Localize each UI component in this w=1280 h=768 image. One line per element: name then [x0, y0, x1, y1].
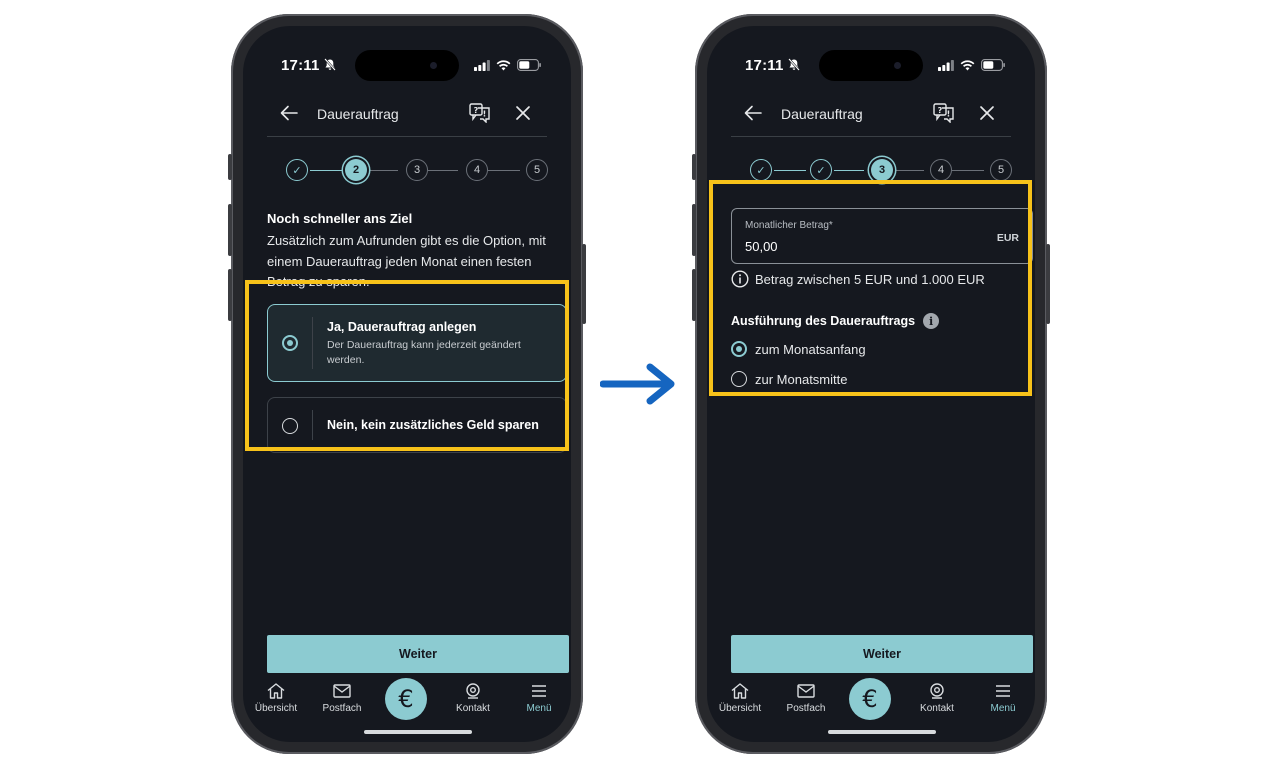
- stepper-line: [834, 169, 864, 171]
- euro-center-button[interactable]: €: [385, 678, 427, 720]
- battery-icon: [517, 59, 541, 71]
- progress-stepper: ✓ 2 3 4 5: [286, 159, 548, 183]
- stepper-line: [370, 169, 398, 171]
- highlight-frame: [245, 280, 569, 451]
- nav-label: Postfach: [322, 703, 362, 714]
- euro-center-button[interactable]: €: [849, 678, 891, 720]
- menu-icon: [532, 685, 546, 697]
- page-title: Dauerauftrag: [781, 106, 863, 122]
- nav-label: Menü: [526, 703, 552, 714]
- intro-title: Noch schneller ans Ziel: [267, 211, 413, 226]
- svg-text:?: ?: [938, 106, 943, 115]
- stepper-line: [896, 169, 924, 171]
- transition-arrow-icon: [600, 363, 675, 405]
- arrow-left-icon[interactable]: [743, 104, 763, 122]
- nav-label: Kontakt: [920, 703, 954, 714]
- wifi-icon: [496, 59, 511, 70]
- stepper-line: [952, 169, 984, 171]
- step-2-current: 2: [345, 159, 367, 181]
- status-icons: [474, 59, 541, 71]
- chat-question-icon[interactable]: ? !: [469, 103, 491, 123]
- battery-icon: [981, 59, 1005, 71]
- side-button: [1046, 244, 1050, 324]
- nav-label: Kontakt: [456, 703, 490, 714]
- step-4: 4: [466, 159, 488, 181]
- nav-overview[interactable]: Übersicht: [710, 682, 770, 714]
- contact-icon: [930, 683, 944, 699]
- home-icon: [731, 683, 749, 699]
- stepper-line: [488, 169, 520, 171]
- app-header: Dauerauftrag ? !: [731, 96, 1011, 137]
- home-icon: [267, 683, 285, 699]
- step-1-done: ✓: [750, 159, 772, 181]
- wifi-icon: [960, 59, 975, 70]
- step-2-done: ✓: [810, 159, 832, 181]
- step-5: 5: [526, 159, 548, 181]
- stepper-line: [428, 169, 458, 171]
- close-icon[interactable]: [515, 105, 531, 121]
- nav-label: Menü: [990, 703, 1016, 714]
- next-button[interactable]: Weiter: [267, 635, 569, 673]
- home-indicator: [364, 730, 472, 734]
- side-button: [228, 204, 232, 256]
- side-button: [228, 269, 232, 321]
- dynamic-island: [355, 50, 459, 81]
- arrow-left-icon[interactable]: [279, 104, 299, 122]
- step-3: 3: [406, 159, 428, 181]
- step-5: 5: [990, 159, 1012, 181]
- menu-icon: [996, 685, 1010, 697]
- side-button: [692, 154, 696, 180]
- stepper-line: [310, 169, 342, 171]
- nav-menu[interactable]: Menü: [509, 682, 569, 714]
- status-icons: [938, 59, 1005, 71]
- svg-text:!: !: [483, 110, 487, 119]
- home-indicator: [828, 730, 936, 734]
- page-title: Dauerauftrag: [317, 106, 399, 122]
- side-button: [228, 154, 232, 180]
- nav-overview[interactable]: Übersicht: [246, 682, 306, 714]
- side-button: [692, 269, 696, 321]
- step-4: 4: [930, 159, 952, 181]
- step-1-done: ✓: [286, 159, 308, 181]
- dynamic-island: [819, 50, 923, 81]
- side-button: [692, 204, 696, 256]
- bell-muted-icon: [324, 58, 336, 71]
- stepper-line: [774, 169, 806, 171]
- bell-muted-icon: [788, 58, 800, 71]
- nav-label: Übersicht: [254, 703, 298, 714]
- mail-icon: [333, 684, 351, 698]
- nav-menu[interactable]: Menü: [973, 682, 1033, 714]
- status-time: 17:11: [281, 57, 320, 74]
- next-button[interactable]: Weiter: [731, 635, 1033, 673]
- step-3-current: 3: [871, 159, 893, 181]
- app-header: Dauerauftrag ? !: [267, 96, 547, 137]
- nav-label: Postfach: [786, 703, 826, 714]
- status-time: 17:11: [745, 57, 784, 74]
- signal-icon: [938, 59, 954, 71]
- svg-text:?: ?: [474, 106, 479, 115]
- side-button: [582, 244, 586, 324]
- chat-question-icon[interactable]: ? !: [933, 103, 955, 123]
- nav-mailbox[interactable]: Postfach: [776, 682, 836, 714]
- nav-contact[interactable]: Kontakt: [443, 682, 503, 714]
- mail-icon: [797, 684, 815, 698]
- close-icon[interactable]: [979, 105, 995, 121]
- nav-mailbox[interactable]: Postfach: [312, 682, 372, 714]
- nav-contact[interactable]: Kontakt: [907, 682, 967, 714]
- svg-text:!: !: [947, 110, 951, 119]
- highlight-frame: [709, 180, 1032, 396]
- contact-icon: [466, 683, 480, 699]
- signal-icon: [474, 59, 490, 71]
- nav-label: Übersicht: [718, 703, 762, 714]
